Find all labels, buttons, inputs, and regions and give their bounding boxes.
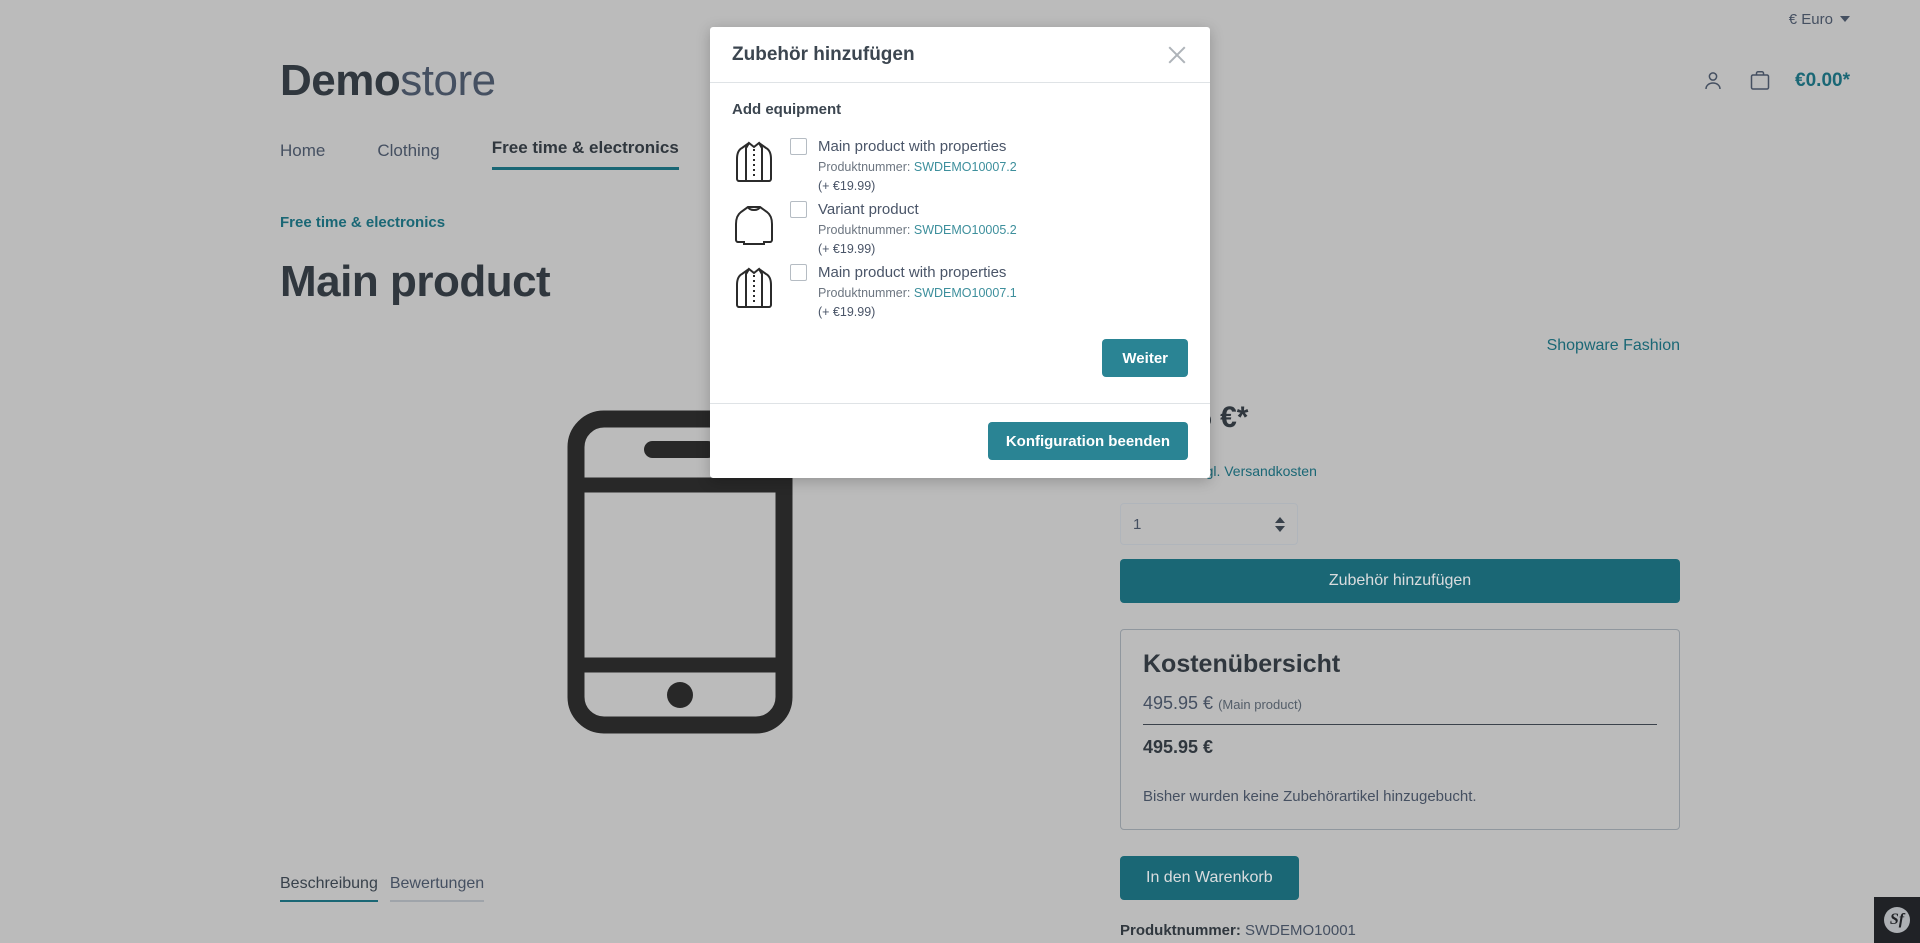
- accessory-name[interactable]: Main product with properties: [818, 264, 1006, 281]
- modal-body: Add equipment Main product with properti…: [710, 83, 1210, 319]
- accessory-price: (+ €19.99): [818, 305, 876, 319]
- modal-title: Zubehör hinzufügen: [732, 44, 915, 65]
- accessory-checkbox[interactable]: [790, 264, 807, 281]
- accessory-checkbox[interactable]: [790, 138, 807, 155]
- accessory-number-link[interactable]: SWDEMO10007.2: [914, 160, 1017, 174]
- next-button[interactable]: Weiter: [1102, 339, 1188, 377]
- accessory-price: (+ €19.99): [818, 242, 876, 256]
- list-item[interactable]: Variant product Produktnummer: SWDEMO100…: [732, 197, 1188, 256]
- accessory-number-link[interactable]: SWDEMO10005.2: [914, 223, 1017, 237]
- list-item-body: Main product with properties Produktnumm…: [790, 260, 1188, 319]
- modal-header: Zubehör hinzufügen: [710, 27, 1210, 83]
- sweater-icon: [732, 197, 776, 253]
- accessory-product-number: Produktnummer: SWDEMO10007.2: [818, 160, 1188, 174]
- accessory-product-number: Produktnummer: SWDEMO10005.2: [818, 223, 1188, 237]
- close-icon[interactable]: [1166, 44, 1188, 66]
- list-item-body: Variant product Produktnummer: SWDEMO100…: [790, 197, 1188, 256]
- jacket-icon: [732, 134, 776, 190]
- list-item-header: Variant product: [790, 201, 1188, 218]
- modal-footer: Konfiguration beenden: [710, 403, 1210, 478]
- list-item-header: Main product with properties: [790, 138, 1188, 155]
- modal-actions: Weiter: [710, 323, 1210, 403]
- accessory-checkbox[interactable]: [790, 201, 807, 218]
- product-number-prefix: Produktnummer:: [818, 160, 911, 174]
- list-item-body: Main product with properties Produktnumm…: [790, 134, 1188, 193]
- product-number-prefix: Produktnummer:: [818, 286, 911, 300]
- modal-section-title: Add equipment: [732, 101, 842, 118]
- list-item[interactable]: Main product with properties Produktnumm…: [732, 134, 1188, 193]
- list-item-header: Main product with properties: [790, 264, 1188, 281]
- list-item[interactable]: Main product with properties Produktnumm…: [732, 260, 1188, 319]
- accessory-name[interactable]: Main product with properties: [818, 138, 1006, 155]
- accessory-number-link[interactable]: SWDEMO10007.1: [914, 286, 1017, 300]
- accessory-name[interactable]: Variant product: [818, 201, 919, 218]
- accessory-price: (+ €19.99): [818, 179, 876, 193]
- page-root: € Euro Demostore €0.00* Home Clothing Fr…: [0, 0, 1920, 943]
- product-number-prefix: Produktnummer:: [818, 223, 911, 237]
- accessory-product-number: Produktnummer: SWDEMO10007.1: [818, 286, 1188, 300]
- finish-configuration-button[interactable]: Konfiguration beenden: [987, 422, 1188, 460]
- add-accessory-modal: Zubehör hinzufügen Add equipment Main pr…: [710, 27, 1210, 478]
- jacket-icon: [732, 260, 776, 316]
